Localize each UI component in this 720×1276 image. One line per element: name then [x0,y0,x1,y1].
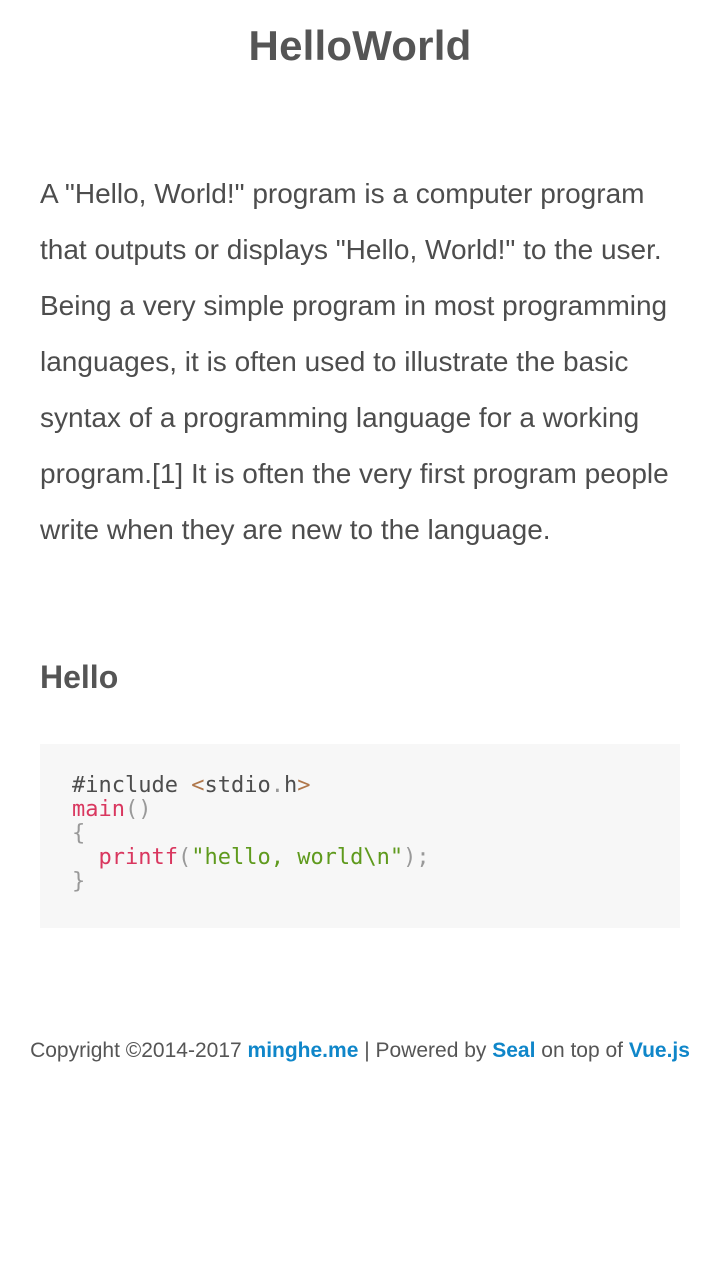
code-token-indent [72,845,99,870]
code-token-close-paren: ); [403,845,430,870]
footer-link-vue[interactable]: Vue.js [629,1039,690,1062]
code-token-printf: printf [98,845,178,870]
code-token-lt: < [191,773,205,798]
page-title: HelloWorld [248,22,472,69]
footer-copyright: Copyright ©2014-2017 [30,1039,248,1062]
code-line-main: main() [72,798,648,822]
code-token-dot: . [270,773,284,798]
code-token-open-paren: ( [177,845,192,870]
intro-paragraph: A "Hello, World!" program is a computer … [40,178,669,545]
code-line-open-brace: { [72,822,648,846]
code-token-gt: > [297,773,311,798]
code-line-include: #include <stdio.h> [72,774,648,798]
code-line-printf: printf("hello, world\n"); [72,846,648,870]
code-token-main: main [72,797,125,822]
code-token-directive: #include [72,773,192,798]
footer: Copyright ©2014-2017 minghe.me | Powered… [0,1036,720,1066]
code-token-open-brace: { [72,821,86,846]
footer-link-seal[interactable]: Seal [492,1039,535,1062]
code-block: #include <stdio.h> main(){ printf("hello,… [40,744,680,928]
code-token-close-brace: } [72,869,86,894]
code-token-string: "hello, world\n" [191,845,404,870]
code-line-close-brace: } [72,870,648,894]
section-heading-hello: Hello [40,659,119,695]
code-token-file: stdio [204,773,271,798]
code-token-ext: h [283,773,298,798]
code-token-main-parens: () [124,797,152,822]
footer-powered-by: | Powered by [358,1039,493,1062]
footer-link-minghe[interactable]: minghe.me [248,1039,359,1062]
footer-on-top-of: on top of [535,1039,629,1062]
